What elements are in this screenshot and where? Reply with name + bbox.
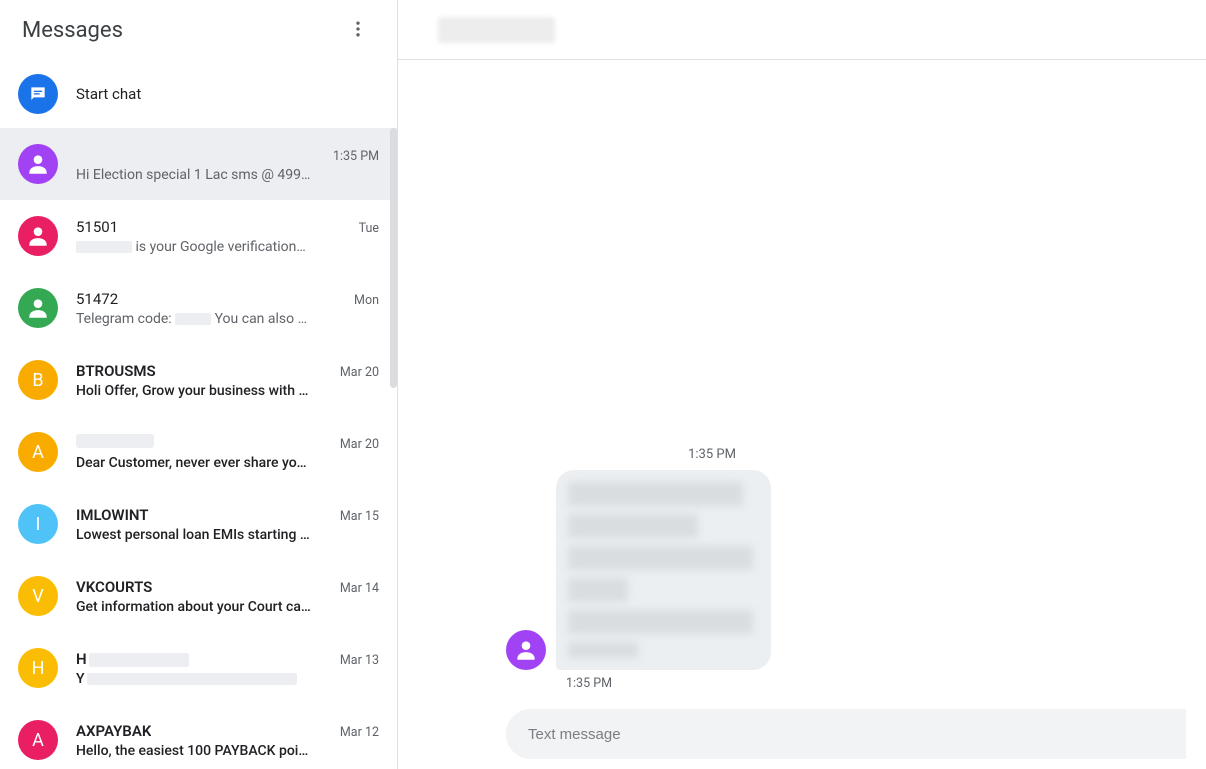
redacted-text xyxy=(76,241,132,253)
conversation-preview: Y xyxy=(76,671,379,687)
conversation-body: H Mar 13 Y xyxy=(76,650,379,687)
conversation-body: 1:35 PM Hi Election special 1 Lac sms @ … xyxy=(76,146,379,183)
redacted-text xyxy=(87,673,297,685)
avatar: A xyxy=(18,432,58,472)
conversation-name: AXPAYBAK xyxy=(76,722,151,740)
conversation-name xyxy=(76,146,166,160)
avatar-letter: I xyxy=(36,514,41,535)
conversation-preview: Holi Offer, Grow your business with … xyxy=(76,383,379,399)
conversation-preview: Get information about your Court ca… xyxy=(76,599,379,615)
message-bubble[interactable] xyxy=(556,470,771,670)
redacted-text xyxy=(175,313,211,325)
timestamp-label: 1:35 PM xyxy=(418,447,1186,462)
conversation-body: BTROUSMS Mar 20 Holi Offer, Grow your bu… xyxy=(76,362,379,399)
conversation-time: Mar 12 xyxy=(340,725,379,740)
sidebar-header: Messages xyxy=(0,0,397,60)
conversation-preview: Dear Customer, never ever share yo… xyxy=(76,455,379,471)
chat-icon xyxy=(18,74,58,114)
conversation-name: BTROUSMS xyxy=(76,362,156,380)
more-options-button[interactable] xyxy=(338,10,378,50)
conversation-name: VKCOURTS xyxy=(76,578,152,596)
conversation-preview: Hi Election special 1 Lac sms @ 499… xyxy=(76,167,379,183)
avatar xyxy=(18,216,58,256)
conversation-name xyxy=(76,434,154,448)
conversation-time: Mar 15 xyxy=(340,509,379,524)
conversation-preview: is your Google verification… xyxy=(76,239,379,255)
avatar-letter: V xyxy=(32,586,43,607)
more-vert-icon xyxy=(348,19,368,42)
avatar: A xyxy=(18,720,58,760)
conversation-time: Mon xyxy=(354,293,379,308)
conversation-list[interactable]: 1:35 PM Hi Election special 1 Lac sms @ … xyxy=(0,128,397,769)
redacted-message-content xyxy=(568,482,759,658)
avatar-letter: A xyxy=(32,442,44,463)
conversation-time: Tue xyxy=(359,221,379,236)
avatar: V xyxy=(18,576,58,616)
start-chat-button[interactable]: Start chat xyxy=(0,60,397,128)
sidebar: Messages Start chat xyxy=(0,0,398,769)
chat-header xyxy=(398,0,1206,60)
conversation-item[interactable]: I IMLOWINT Mar 15 Lowest personal loan E… xyxy=(0,488,397,560)
conversation-item[interactable]: H H Mar 13 Y xyxy=(0,632,397,704)
conversation-body: VKCOURTS Mar 14 Get information about yo… xyxy=(76,578,379,615)
conversation-item[interactable]: 51501 Tue is your Google verification… xyxy=(0,200,397,272)
avatar: B xyxy=(18,360,58,400)
conversation-time: Mar 13 xyxy=(340,653,379,668)
conversation-time: Mar 20 xyxy=(340,437,379,452)
conversation-time: Mar 14 xyxy=(340,581,379,596)
conversation-preview: Telegram code: You can also … xyxy=(76,311,379,327)
conversation-item[interactable]: A AXPAYBAK Mar 12 Hello, the easiest 100… xyxy=(0,704,397,769)
avatar xyxy=(18,288,58,328)
start-chat-label: Start chat xyxy=(76,85,141,103)
conversation-item[interactable]: 51472 Mon Telegram code: You can also … xyxy=(0,272,397,344)
avatar xyxy=(18,144,58,184)
page-title: Messages xyxy=(22,18,123,43)
conversation-name: 51501 xyxy=(76,218,118,236)
conversation-area: 1:35 PM 1:35 PM xyxy=(398,60,1206,769)
app: Messages Start chat xyxy=(0,0,1206,769)
chat-title-redacted xyxy=(438,17,555,43)
avatar: H xyxy=(18,648,58,688)
conversation-name: IMLOWINT xyxy=(76,506,149,524)
message-row xyxy=(418,470,1186,670)
conversation-body: AXPAYBAK Mar 12 Hello, the easiest 100 P… xyxy=(76,722,379,759)
conversation-body: 51472 Mon Telegram code: You can also … xyxy=(76,290,379,327)
conversation-body: Mar 20 Dear Customer, never ever share y… xyxy=(76,434,379,471)
conversation-item[interactable]: A Mar 20 Dear Customer, never ever share… xyxy=(0,416,397,488)
avatar-letter: B xyxy=(32,370,43,391)
conversation-preview: Hello, the easiest 100 PAYBACK poi… xyxy=(76,743,379,759)
redacted-text xyxy=(89,653,189,667)
avatar-letter: H xyxy=(32,658,45,679)
conversation-name: H xyxy=(76,650,189,668)
scrollbar-thumb[interactable] xyxy=(390,128,397,388)
conversation-time: 1:35 PM xyxy=(333,149,379,164)
conversation-time: Mar 20 xyxy=(340,365,379,380)
conversation-item[interactable]: 1:35 PM Hi Election special 1 Lac sms @ … xyxy=(0,128,397,200)
sender-avatar xyxy=(506,630,546,670)
message-composer[interactable] xyxy=(506,709,1186,759)
message-input[interactable] xyxy=(528,726,1164,743)
avatar: I xyxy=(18,504,58,544)
conversation-item[interactable]: B BTROUSMS Mar 20 Holi Offer, Grow your … xyxy=(0,344,397,416)
conversation-name: 51472 xyxy=(76,290,118,308)
main-pane: 1:35 PM 1:35 PM xyxy=(398,0,1206,769)
conversation-item[interactable]: V VKCOURTS Mar 14 Get information about … xyxy=(0,560,397,632)
conversation-preview: Lowest personal loan EMIs starting … xyxy=(76,527,379,543)
avatar-letter: A xyxy=(32,730,44,751)
message-time: 1:35 PM xyxy=(418,676,1186,691)
conversation-body: 51501 Tue is your Google verification… xyxy=(76,218,379,255)
conversation-body: IMLOWINT Mar 15 Lowest personal loan EMI… xyxy=(76,506,379,543)
